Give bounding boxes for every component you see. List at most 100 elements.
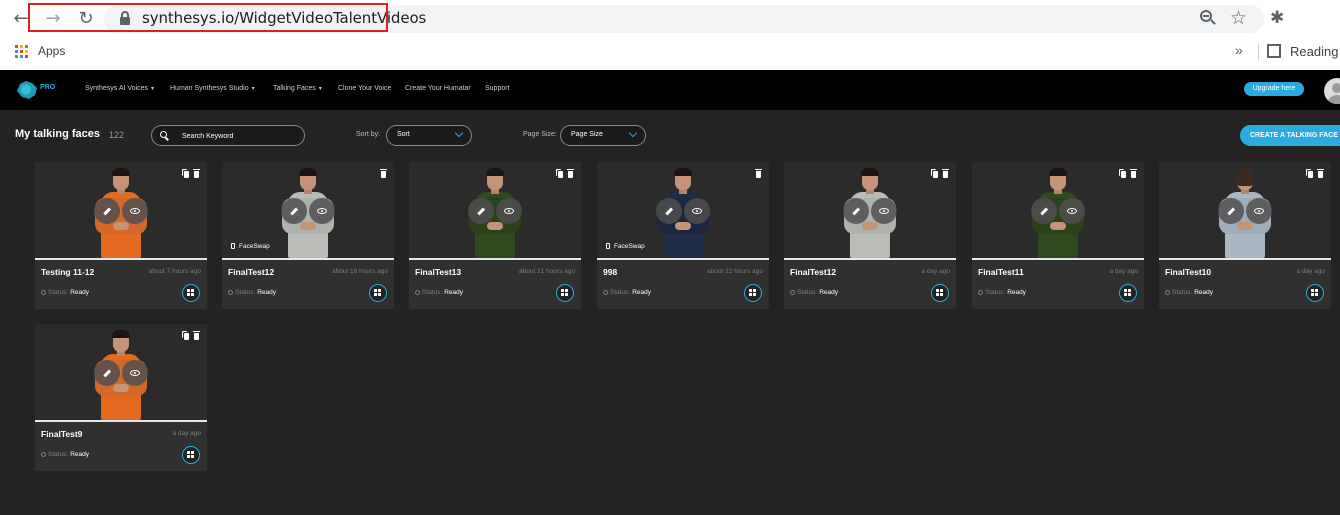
- video-thumbnail[interactable]: [972, 162, 1144, 258]
- nav-item-label: Synthesys AI Voices: [85, 85, 149, 92]
- status-value: Ready: [1194, 289, 1214, 296]
- pencil-icon: [290, 207, 298, 215]
- phone-icon: [231, 243, 235, 249]
- edit-pencil-button[interactable]: [1218, 198, 1244, 224]
- edit-pencil-button[interactable]: [94, 360, 120, 386]
- card-title: FinalTest10: [1165, 267, 1212, 277]
- video-thumbnail[interactable]: [35, 162, 207, 258]
- trash-icon[interactable]: [1130, 169, 1137, 178]
- reading-list-icon[interactable]: [1267, 44, 1281, 58]
- video-card[interactable]: FinalTest12 a day ago Status: Ready: [784, 162, 956, 309]
- copy-icon[interactable]: [184, 171, 189, 178]
- video-thumbnail[interactable]: [35, 324, 207, 420]
- copy-icon[interactable]: [184, 333, 189, 340]
- options-grid-button[interactable]: [182, 446, 200, 464]
- apps-grid-icon[interactable]: [15, 45, 28, 58]
- nav-item-label: Human Synthesys Studio: [170, 85, 249, 92]
- trash-icon[interactable]: [567, 169, 574, 178]
- phone-icon: [606, 243, 610, 249]
- options-grid-button[interactable]: [556, 284, 574, 302]
- zoom-out-icon[interactable]: [1200, 10, 1216, 26]
- chevron-down-icon: [454, 128, 464, 138]
- bookmark-star-icon[interactable]: ☆: [1230, 7, 1247, 30]
- preview-eye-button[interactable]: [1246, 198, 1272, 224]
- apps-bookmark[interactable]: Apps: [38, 44, 65, 58]
- copy-icon[interactable]: [558, 171, 563, 178]
- video-card[interactable]: FaceSwap 998 about 22 hours ago Status: Read…: [597, 162, 769, 309]
- copy-icon[interactable]: [1121, 171, 1126, 178]
- video-card[interactable]: FinalTest10 a day ago Status: Ready: [1159, 162, 1331, 309]
- trash-icon[interactable]: [942, 169, 949, 178]
- status-label: Status:: [48, 289, 69, 296]
- nav-item[interactable]: Human Synthesys Studio ▾: [170, 85, 255, 92]
- trash-icon[interactable]: [193, 331, 200, 340]
- synthesys-logo-icon[interactable]: [16, 80, 38, 100]
- options-grid-button[interactable]: [744, 284, 762, 302]
- sort-select[interactable]: Sort: [386, 125, 472, 146]
- clock-icon: [415, 290, 420, 295]
- pencil-icon: [852, 207, 860, 215]
- nav-item[interactable]: Talking Faces ▾: [273, 85, 322, 92]
- nav-item[interactable]: Support: [485, 85, 510, 92]
- preview-eye-button[interactable]: [684, 198, 710, 224]
- page-size-select[interactable]: Page Size: [560, 125, 646, 146]
- extensions-puzzle-icon[interactable]: ✱: [1270, 8, 1284, 28]
- grid-icon: [187, 289, 194, 296]
- preview-eye-button[interactable]: [871, 198, 897, 224]
- card-timestamp: a day ago: [172, 430, 201, 437]
- preview-eye-button[interactable]: [309, 198, 335, 224]
- status-label: Status:: [48, 451, 69, 458]
- video-thumbnail[interactable]: [409, 162, 581, 258]
- thumbnail-divider: [597, 258, 769, 260]
- card-title: FinalTest12: [790, 267, 837, 277]
- options-grid-button[interactable]: [1119, 284, 1137, 302]
- card-timestamp: about 21 hours ago: [518, 268, 575, 275]
- edit-pencil-button[interactable]: [1031, 198, 1057, 224]
- nav-item[interactable]: Create Your Humatar: [405, 85, 471, 92]
- video-thumbnail[interactable]: [784, 162, 956, 258]
- edit-pencil-button[interactable]: [281, 198, 307, 224]
- search-box[interactable]: [151, 125, 305, 146]
- video-card[interactable]: FinalTest11 a day ago Status: Ready: [972, 162, 1144, 309]
- video-thumbnail[interactable]: FaceSwap: [597, 162, 769, 258]
- options-grid-button[interactable]: [1306, 284, 1324, 302]
- preview-eye-button[interactable]: [1059, 198, 1085, 224]
- options-grid-button[interactable]: [369, 284, 387, 302]
- trash-icon[interactable]: [380, 169, 387, 178]
- video-card[interactable]: Testing 11-12 about 7 hours ago Status: Rea…: [35, 162, 207, 309]
- video-thumbnail[interactable]: FaceSwap: [222, 162, 394, 258]
- trash-icon[interactable]: [1317, 169, 1324, 178]
- browser-toolbar: ← → ↻ synthesys.io/WidgetVideoTalentVide…: [0, 0, 1340, 38]
- video-thumbnail[interactable]: [1159, 162, 1331, 258]
- card-title: FinalTest12: [228, 267, 275, 277]
- video-card[interactable]: FinalTest13 about 21 hours ago Status: Read…: [409, 162, 581, 309]
- preview-eye-button[interactable]: [496, 198, 522, 224]
- options-grid-button[interactable]: [182, 284, 200, 302]
- reading-list-label[interactable]: Reading l: [1290, 44, 1340, 59]
- nav-item[interactable]: Clone Your Voice: [338, 85, 391, 92]
- create-talking-face-button[interactable]: CREATE A TALKING FACE: [1240, 125, 1340, 146]
- copy-icon[interactable]: [1308, 171, 1313, 178]
- thumbnail-divider: [409, 258, 581, 260]
- video-card[interactable]: FinalTest9 a day ago Status: Ready: [35, 324, 207, 471]
- upgrade-button[interactable]: Upgrade here: [1244, 82, 1304, 96]
- clock-icon: [790, 290, 795, 295]
- edit-pencil-button[interactable]: [656, 198, 682, 224]
- trash-icon[interactable]: [755, 169, 762, 178]
- card-status: Status: Ready: [41, 289, 89, 296]
- user-avatar[interactable]: [1324, 78, 1340, 104]
- edit-pencil-button[interactable]: [468, 198, 494, 224]
- edit-pencil-button[interactable]: [94, 198, 120, 224]
- card-timestamp: a day ago: [1296, 268, 1325, 275]
- search-input[interactable]: [182, 130, 297, 142]
- trash-icon[interactable]: [193, 169, 200, 178]
- more-bookmarks-chevron-icon[interactable]: »: [1235, 42, 1243, 58]
- copy-icon[interactable]: [933, 171, 938, 178]
- video-card[interactable]: FaceSwap FinalTest12 about 16 hours ago Sta…: [222, 162, 394, 309]
- preview-eye-button[interactable]: [122, 360, 148, 386]
- nav-item[interactable]: Synthesys AI Voices ▾: [85, 85, 154, 92]
- status-value: Ready: [819, 289, 839, 296]
- preview-eye-button[interactable]: [122, 198, 148, 224]
- options-grid-button[interactable]: [931, 284, 949, 302]
- edit-pencil-button[interactable]: [843, 198, 869, 224]
